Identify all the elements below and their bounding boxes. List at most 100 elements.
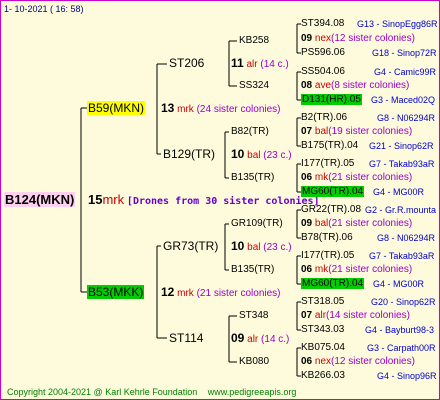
gen3-b1-num: 07 <box>301 126 313 137</box>
gen4-c1-drone[interactable]: B78(TR).06 <box>301 232 353 244</box>
gen4-d1-queen[interactable]: ST318.05 <box>301 296 344 308</box>
gen3-c1-note: (21 sister colonies) <box>328 218 413 229</box>
gen4-d2-drone[interactable]: KB266.03 <box>301 370 345 382</box>
gen4-b1-queen[interactable]: B2(TR).06 <box>301 112 347 124</box>
gen4-c2-queen-info: G7 - Takab93aR <box>369 251 435 261</box>
gen2-c-code: bal <box>247 242 261 253</box>
root-code: mrk <box>102 192 125 207</box>
gen2-d-num: 09 <box>231 331 245 345</box>
gen3-a2-num: 08 <box>301 80 313 91</box>
site-link[interactable]: www.pedigreeapis.org <box>208 387 297 397</box>
gen3-b2-num: 06 <box>301 172 313 183</box>
gen4-c1-drone-info: G8 - N06294R <box>377 233 436 243</box>
gen3-c1-queen[interactable]: GR109(TR) <box>231 218 283 230</box>
gen3-a2-drone-info: 08 ave(8 sister colonies) <box>301 80 409 92</box>
gen4-b2-drone-info: G4 - MG00R <box>373 187 425 197</box>
gen3-d1-num: 07 <box>301 310 313 321</box>
gen2-d-queen[interactable]: ST114 <box>169 332 203 344</box>
gen4-d1-drone[interactable]: ST343.03 <box>301 324 344 336</box>
gen4-a2-drone-label[interactable]: D131(HR).05 <box>301 94 362 105</box>
root-num: 15 <box>88 192 103 207</box>
gen3-d1-note: (14 sister colonies) <box>326 310 410 321</box>
gen4-b1-drone-info: G21 - Sinop62R <box>369 141 434 151</box>
gen3-b1-queen[interactable]: B82(TR) <box>231 126 269 138</box>
gen3-a1-queen[interactable]: KB258 <box>239 35 269 47</box>
gen1-lower-queen[interactable]: B53(MKK) <box>87 285 145 299</box>
gen3-a1-num: 09 <box>301 33 313 44</box>
gen2-b-drone-info: 10 bal (23 c.) <box>231 148 292 162</box>
gen1-lower-code: mrk <box>177 288 194 299</box>
root-note: [Drones from 30 sister colonies] <box>126 196 320 207</box>
gen3-c1-code: bal <box>314 218 329 229</box>
gen2-c-drone-info: 10 bal (23 c.) <box>231 240 292 254</box>
gen4-d2-queen-info: G3 - Carpath00R <box>367 343 436 353</box>
root-drone-info: 15mrk [Drones from 30 sister colonies] <box>88 192 320 208</box>
gen2-b-num: 10 <box>231 147 245 161</box>
gen3-d2-num: 06 <box>301 356 313 367</box>
gen2-a-note: (14 c.) <box>260 59 289 70</box>
gen3-c2-num: 06 <box>301 264 313 275</box>
gen3-c2-code: mk <box>314 264 329 275</box>
gen2-c-note: (23 c.) <box>263 242 292 253</box>
gen4-d2-drone-info: G4 - Sinop96R <box>377 371 437 381</box>
gen4-a1-queen-info: G13 - SinopEgg86R <box>357 19 438 29</box>
gen1-upper-code: mrk <box>177 104 194 115</box>
gen4-b2-drone[interactable]: MG60(TR).04 <box>301 186 365 198</box>
gen1-lower-note: (21 sister colonies) <box>196 288 281 299</box>
gen4-c1-queen-info: G2 - Gr.R.mounta <box>365 205 437 215</box>
gen4-c1-queen[interactable]: GR22(TR).08 <box>301 204 361 216</box>
gen3-d1-queen[interactable]: ST348 <box>239 310 268 322</box>
gen4-c2-queen[interactable]: I177(TR).05 <box>301 250 354 262</box>
gen1-lower-drone-info: 12 mrk (21 sister colonies) <box>161 286 281 300</box>
gen3-d1-code: alr <box>314 310 327 321</box>
gen3-a1-code: nex <box>314 33 332 44</box>
gen4-a1-drone-info: G18 - Sinop72R <box>372 48 437 58</box>
gen4-a1-drone[interactable]: PS596.06 <box>301 47 345 59</box>
gen4-a1-queen[interactable]: ST394.08 <box>301 18 344 30</box>
gen3-b2-queen[interactable]: B135(TR) <box>231 172 274 184</box>
gen4-a2-queen[interactable]: SS504.06 <box>301 66 345 78</box>
root-queen[interactable]: B124(MKN) <box>4 192 76 207</box>
gen3-a2-queen[interactable]: SS324 <box>239 80 269 92</box>
gen3-d2-drone-info: 06 nex(12 sister colonies) <box>301 356 415 368</box>
gen3-b1-note: (19 sister colonies) <box>328 126 413 137</box>
gen3-b2-code: mk <box>314 172 329 183</box>
gen3-d1-drone-info: 07 alr(14 sister colonies) <box>301 310 410 322</box>
gen4-c2-drone[interactable]: MG60(TR).04 <box>301 278 365 290</box>
gen4-b2-drone-label[interactable]: MG60(TR).04 <box>301 186 365 197</box>
gen1-upper-note: (24 sister colonies) <box>196 104 281 115</box>
gen2-b-code: bal <box>247 150 261 161</box>
gen2-a-queen[interactable]: ST206 <box>169 57 204 69</box>
gen1-lower-node[interactable]: B53(MKK) <box>87 285 145 300</box>
gen4-b2-queen-info: G7 - Takab93aR <box>369 159 435 169</box>
date-stamp: 1- 10-2021 ( 16: 58) <box>4 4 84 14</box>
gen4-a2-drone[interactable]: D131(HR).05 <box>301 94 362 106</box>
gen4-b1-drone[interactable]: B175(TR).04 <box>301 140 358 152</box>
gen3-c2-note: (21 sister colonies) <box>328 264 413 275</box>
gen4-a2-drone-info: G3 - Maced02Q <box>371 95 436 105</box>
copyright-text: Copyright 2004-2021 @ Karl Kehrle Founda… <box>7 386 296 398</box>
gen3-d2-queen[interactable]: KB080 <box>239 356 269 368</box>
gen2-d-note: (14 c.) <box>261 334 290 345</box>
gen3-c1-num: 09 <box>301 218 313 229</box>
gen2-b-queen[interactable]: B129(TR) <box>163 148 215 160</box>
gen3-b1-drone-info: 07 bal(19 sister colonies) <box>301 126 412 138</box>
gen1-upper-queen[interactable]: B59(MKN) <box>87 101 146 115</box>
gen2-c-queen[interactable]: GR73(TR) <box>163 240 218 252</box>
gen4-d2-queen[interactable]: KB075.04 <box>301 342 345 354</box>
gen2-a-code: alr <box>246 59 258 70</box>
gen4-b2-queen[interactable]: I177(TR).05 <box>301 158 354 170</box>
gen4-c2-drone-label[interactable]: MG60(TR).04 <box>301 278 365 289</box>
gen3-c2-queen[interactable]: B135(TR) <box>231 264 274 276</box>
gen1-upper-node[interactable]: B59(MKN) <box>87 101 146 116</box>
gen3-c1-drone-info: 09 bal(21 sister colonies) <box>301 218 412 230</box>
gen4-c2-drone-info: G4 - MG00R <box>373 279 425 289</box>
root-node[interactable]: B124(MKN) <box>4 192 76 208</box>
gen4-a2-queen-info: G4 - Camic99R <box>374 67 437 77</box>
gen3-a1-drone-info: 09 nex(12 sister colonies) <box>301 33 415 45</box>
gen3-c2-drone-info: 06 mk(21 sister colonies) <box>301 264 412 276</box>
gen1-upper-drone-info: 13 mrk (24 sister colonies) <box>161 102 281 116</box>
gen2-c-num: 10 <box>231 239 245 253</box>
gen3-b2-note: (21 sister colonies) <box>328 172 413 183</box>
gen3-a2-code: ave <box>314 80 332 91</box>
